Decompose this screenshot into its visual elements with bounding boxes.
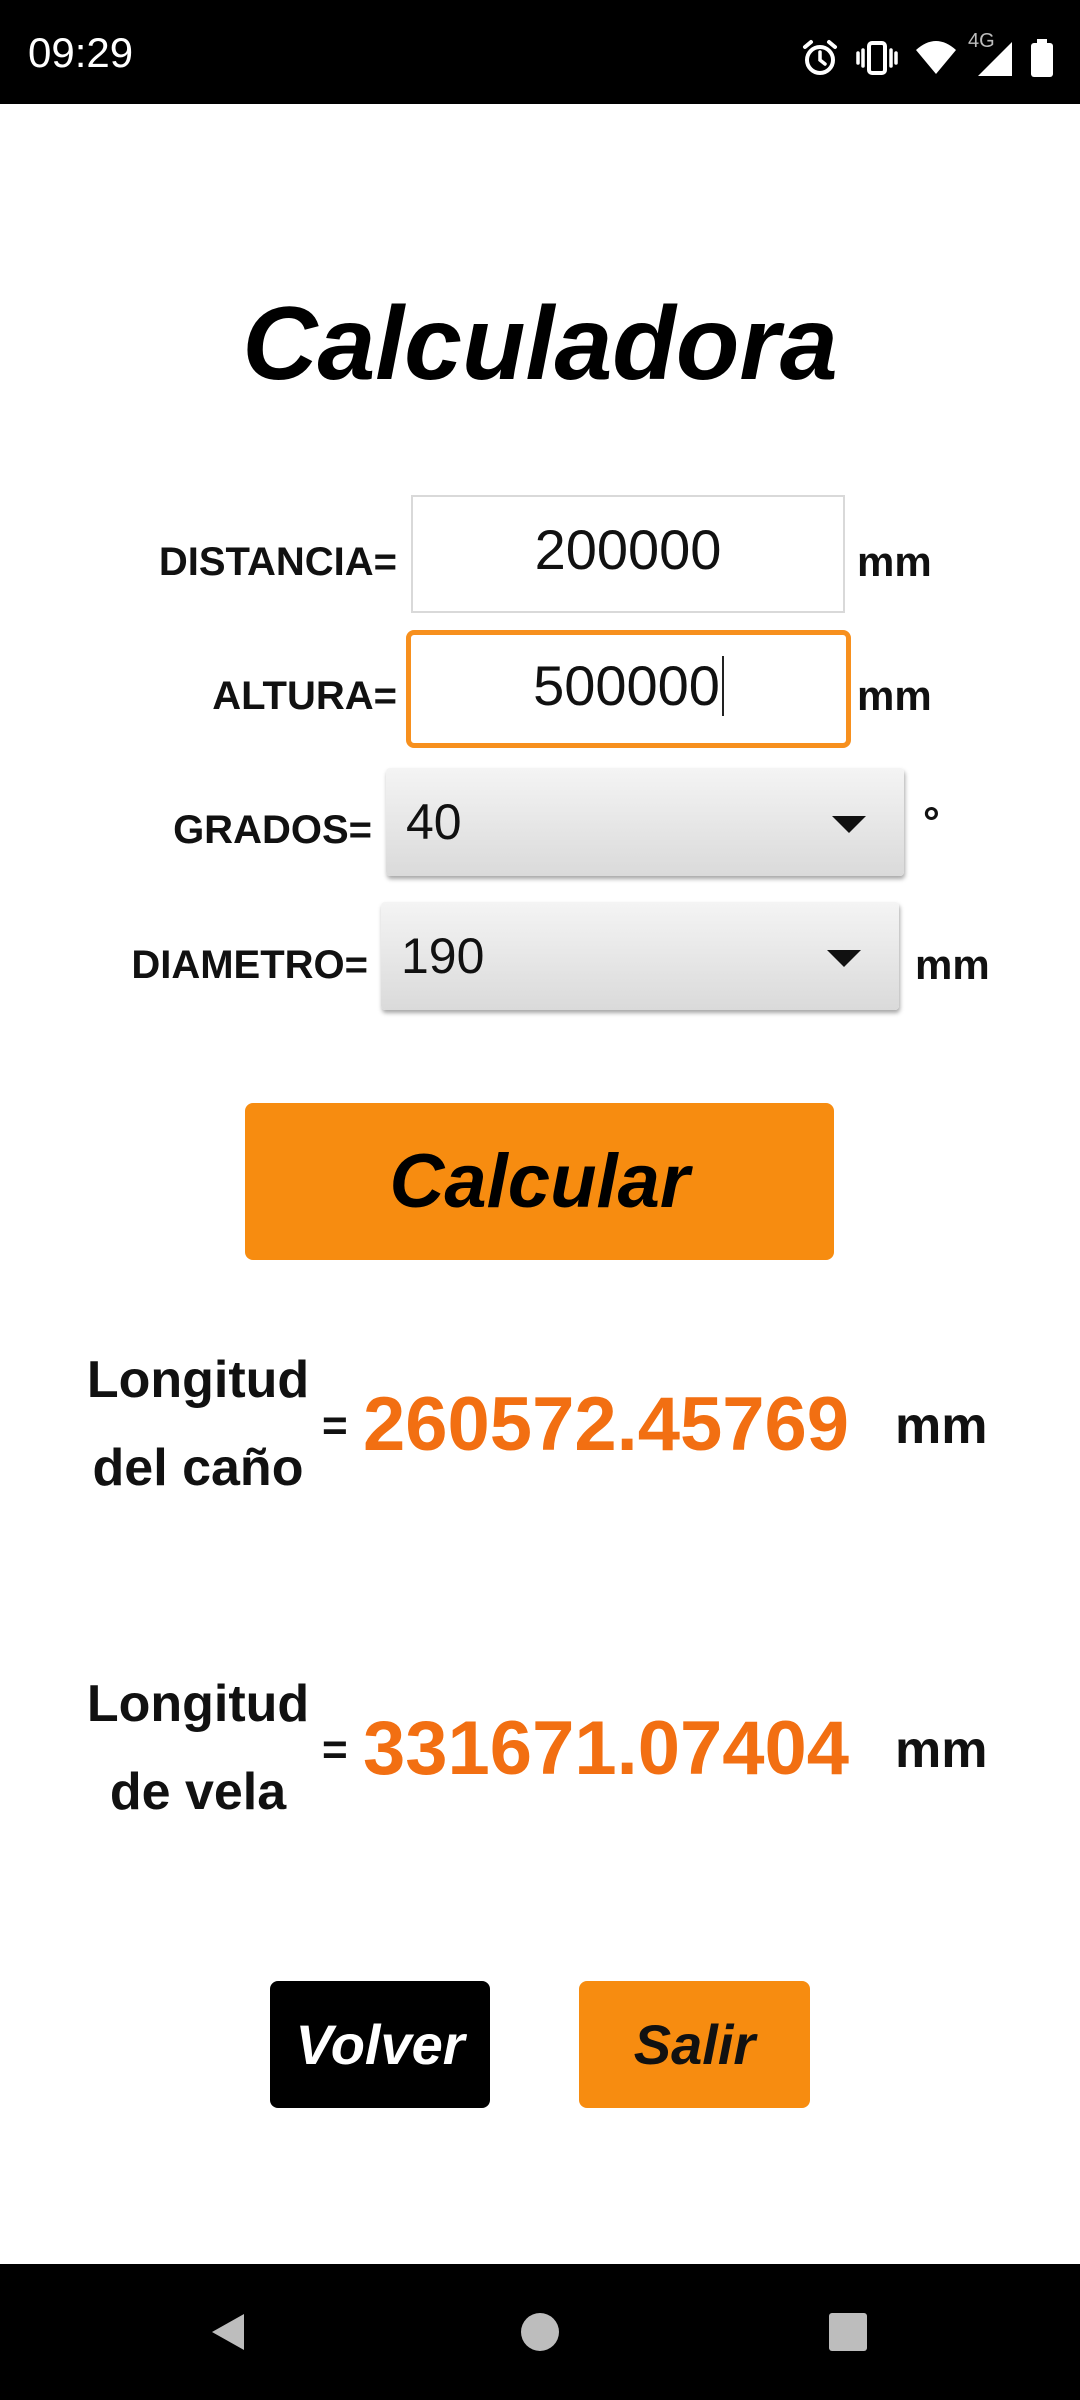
longitud-cano-unit: mm (895, 1397, 988, 1455)
altura-value: 500000 (533, 654, 720, 717)
cellular-signal-icon: 4G (968, 30, 1014, 78)
longitud-cano-label: Longitud del caño (48, 1336, 348, 1512)
text-caret (721, 656, 724, 717)
dropdown-arrow-icon (827, 950, 861, 967)
longitud-vela-unit: mm (895, 1721, 988, 1779)
diametro-dropdown[interactable]: 190 (381, 902, 899, 1010)
home-icon[interactable] (516, 2308, 564, 2356)
navigation-bar (0, 2264, 1080, 2400)
dropdown-arrow-icon (832, 816, 866, 833)
calcular-button[interactable]: Calcular (245, 1103, 834, 1260)
screen: 09:29 4G Calculadora DISTANCIA= 200000 m… (0, 0, 1080, 2400)
longitud-cano-label-line2: del caño (92, 1439, 304, 1497)
status-icons: 4G (800, 30, 1054, 80)
altura-label: ALTURA= (212, 674, 397, 718)
grados-dropdown[interactable]: 40 (386, 768, 904, 876)
battery-icon (1030, 38, 1054, 78)
grados-unit: ° (923, 798, 940, 845)
vibrate-icon (856, 38, 898, 78)
status-bar: 09:29 4G (0, 0, 1080, 104)
distancia-input[interactable]: 200000 (411, 495, 845, 613)
diametro-unit: mm (915, 941, 990, 988)
longitud-cano-equals: = (322, 1401, 348, 1450)
alarm-icon (800, 38, 840, 78)
wifi-icon (914, 38, 958, 78)
diametro-label: DIAMETRO= (131, 943, 368, 987)
longitud-vela-equals: = (322, 1725, 348, 1774)
longitud-vela-label: Longitud de vela (48, 1660, 348, 1836)
page-title: Calculadora (242, 286, 838, 402)
longitud-vela-value: 331671.07404 (363, 1706, 850, 1791)
distancia-unit: mm (857, 538, 932, 585)
longitud-vela-label-line2: de vela (109, 1763, 287, 1821)
salir-button[interactable]: Salir (579, 1981, 810, 2108)
status-time: 09:29 (28, 29, 134, 76)
network-type-label: 4G (968, 30, 995, 52)
back-icon[interactable] (204, 2308, 252, 2356)
altura-unit: mm (857, 672, 932, 719)
longitud-vela-label-line1: Longitud (86, 1675, 310, 1733)
altura-input[interactable]: 500000 (406, 630, 851, 748)
recents-icon[interactable] (824, 2308, 872, 2356)
distancia-label: DISTANCIA= (158, 540, 397, 584)
longitud-cano-label-line1: Longitud (86, 1351, 310, 1409)
distancia-value: 200000 (534, 518, 722, 581)
diametro-selected-value: 190 (401, 928, 485, 984)
longitud-cano-value: 260572.45769 (363, 1382, 850, 1467)
grados-label: GRADOS= (173, 808, 372, 852)
volver-button[interactable]: Volver (270, 1981, 490, 2108)
grados-selected-value: 40 (406, 794, 462, 850)
